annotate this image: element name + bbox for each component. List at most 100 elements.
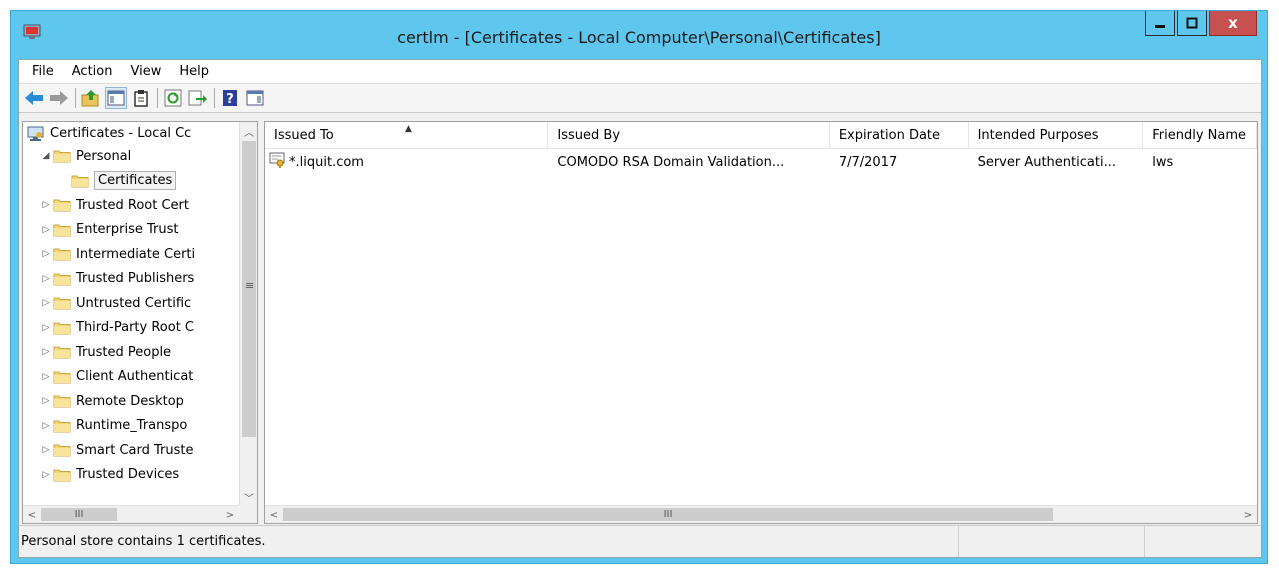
tree-expander-icon[interactable]: ▷ — [39, 200, 53, 210]
tree-expander-icon[interactable]: ▷ — [39, 347, 53, 357]
tree-item[interactable]: ▷ Enterprise Trust — [23, 218, 239, 243]
up-folder-icon[interactable] — [80, 87, 102, 109]
tree-item-label: Enterprise Trust — [76, 222, 179, 238]
scroll-left-icon[interactable]: < — [23, 506, 41, 523]
tree-horizontal-scrollbar[interactable]: < III > — [23, 505, 239, 523]
clipboard-icon[interactable] — [130, 87, 152, 109]
minimize-button[interactable] — [1145, 11, 1175, 36]
tree-item[interactable]: ▷ Untrusted Certific — [23, 291, 239, 316]
tree-expander-icon[interactable]: ▷ — [39, 274, 53, 284]
tree-item[interactable]: ▷ Intermediate Certi — [23, 242, 239, 267]
folder-icon — [53, 149, 71, 163]
tree-vertical-scrollbar[interactable]: ︿ ≡ ﹀ — [239, 122, 257, 506]
table-cell: Server Authenticati... — [969, 152, 1144, 172]
menu-action[interactable]: Action — [63, 62, 122, 81]
menu-view[interactable]: View — [121, 62, 170, 81]
tree-item-label: Trusted Root Cert — [76, 197, 189, 213]
tree-item[interactable]: ▷ Trusted Root Cert — [23, 193, 239, 218]
folder-icon — [53, 247, 71, 261]
menu-file[interactable]: File — [23, 62, 63, 81]
certificate-key-icon — [269, 152, 287, 172]
tree-item-label: Certificates — [94, 171, 177, 191]
tree-expander-icon[interactable]: ▷ — [39, 396, 53, 406]
folder-icon — [53, 443, 71, 457]
column-header-friendly-name[interactable]: Friendly Name — [1143, 122, 1257, 149]
folder-icon — [71, 174, 89, 188]
tree-item[interactable]: ▷ Trusted Devices — [23, 463, 239, 488]
tree-item[interactable]: ▷ Trusted People — [23, 340, 239, 365]
column-header-intended-purposes[interactable]: Intended Purposes — [969, 122, 1144, 149]
help-icon[interactable]: ? — [219, 87, 241, 109]
menu-help[interactable]: Help — [170, 62, 218, 81]
back-arrow-icon[interactable] — [23, 87, 45, 109]
tree-expander-icon[interactable]: ▷ — [39, 298, 53, 308]
list-header: Issued To ▲ Issued By Expiration Date Intend… — [265, 122, 1257, 149]
tree-item[interactable]: ▷ Third-Party Root C — [23, 316, 239, 341]
tree-expander-icon[interactable]: ▷ — [39, 421, 53, 431]
tree-scroll-thumb[interactable]: ≡ — [242, 141, 256, 437]
tree-expander-icon[interactable]: ▷ — [39, 225, 53, 235]
tree-view: Certificates - Local Cc ◢ Personal Certific… — [23, 122, 239, 506]
tree-item-label: Smart Card Truste — [76, 442, 194, 458]
close-icon: x — [1228, 14, 1238, 32]
window-title: certlm - [Certificates - Local Computer\… — [397, 28, 881, 47]
scroll-left-icon[interactable]: < — [265, 506, 283, 523]
table-cell: lws — [1143, 152, 1257, 172]
menu-bar: File Action View Help — [19, 60, 1261, 84]
tree-expander-icon[interactable]: ◢ — [39, 151, 53, 161]
show-hide-tree-icon[interactable] — [105, 87, 127, 109]
table-cell: COMODO RSA Domain Validation... — [548, 152, 829, 172]
folder-icon — [53, 370, 71, 384]
tree-item[interactable]: ◢ Personal — [23, 144, 239, 169]
folder-icon — [53, 419, 71, 433]
tree-item[interactable]: ▷ Smart Card Truste — [23, 438, 239, 463]
title-bar[interactable]: certlm - [Certificates - Local Computer\… — [11, 11, 1267, 61]
scroll-right-icon[interactable]: > — [1239, 506, 1257, 523]
status-pane-3 — [1145, 526, 1261, 557]
tree-expander-icon[interactable]: ▷ — [39, 372, 53, 382]
tree-item[interactable]: Certificates — [23, 169, 239, 194]
mmc-window: certlm - [Certificates - Local Computer\… — [10, 10, 1268, 564]
thumb-grip-icon: III — [663, 509, 673, 520]
action-pane-icon[interactable] — [244, 87, 266, 109]
tree-item-label: Remote Desktop — [76, 393, 184, 409]
list-hscroll-thumb[interactable]: III — [283, 508, 1053, 521]
export-list-icon[interactable] — [187, 87, 209, 109]
tree-item[interactable]: ▷ Remote Desktop — [23, 389, 239, 414]
maximize-button[interactable] — [1177, 11, 1207, 36]
folder-icon — [53, 345, 71, 359]
scroll-corner — [239, 505, 257, 523]
cell-text: Server Authenticati... — [977, 154, 1116, 170]
column-header-issued-to[interactable]: Issued To ▲ — [265, 122, 549, 149]
tree-expander-icon[interactable]: ▷ — [39, 445, 53, 455]
tree-item[interactable]: Certificates - Local Cc — [23, 122, 239, 144]
minimize-icon — [1155, 25, 1165, 28]
scroll-right-icon[interactable]: > — [221, 506, 239, 523]
results-list[interactable]: Issued To ▲ Issued By Expiration Date Intend… — [264, 121, 1258, 524]
tree-item[interactable]: ▷ Trusted Publishers — [23, 267, 239, 292]
folder-icon — [53, 394, 71, 408]
scroll-down-icon[interactable]: ﹀ — [240, 488, 257, 506]
folder-icon — [53, 321, 71, 335]
tree-item-label: Untrusted Certific — [76, 295, 192, 311]
tree-expander-icon[interactable]: ▷ — [39, 249, 53, 259]
close-button[interactable]: x — [1209, 11, 1257, 36]
list-horizontal-scrollbar[interactable]: < III > — [265, 505, 1257, 523]
tree-hscroll-thumb[interactable]: III — [41, 508, 117, 521]
console-tree[interactable]: Certificates - Local Cc ◢ Personal Certific… — [22, 121, 258, 524]
thumb-grip-icon: ≡ — [245, 279, 255, 292]
column-header-issued-by[interactable]: Issued By — [548, 122, 830, 149]
tree-expander-icon[interactable]: ▷ — [39, 323, 53, 333]
tree-item[interactable]: ▷ Runtime_Transpo — [23, 414, 239, 439]
refresh-icon[interactable] — [162, 87, 184, 109]
scroll-up-icon[interactable]: ︿ — [240, 122, 257, 140]
forward-arrow-icon[interactable] — [48, 87, 70, 109]
table-row[interactable]: *.liquit.com COMODO RSA Domain Validation… — [265, 152, 1257, 172]
table-cell: 7/7/2017 — [830, 152, 969, 172]
tree-item[interactable]: ▷ Client Authenticat — [23, 365, 239, 390]
column-header-label: Intended Purposes — [977, 128, 1099, 143]
sort-ascending-icon: ▲ — [405, 124, 412, 134]
client-area: File Action View Help ? Certificates - L… — [18, 59, 1262, 558]
column-header-expiration-date[interactable]: Expiration Date — [830, 122, 969, 149]
tree-expander-icon[interactable]: ▷ — [39, 470, 53, 480]
